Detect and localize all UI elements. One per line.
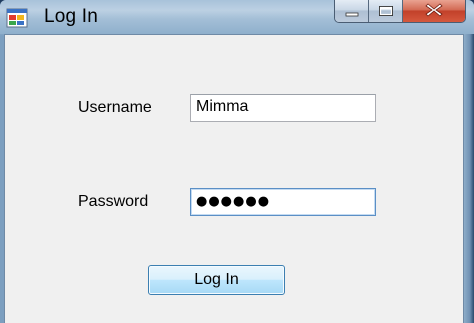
- login-window: Log In Username Mimma Password ●●●●●● Lo…: [0, 0, 474, 323]
- username-input[interactable]: Mimma: [190, 94, 376, 122]
- login-button[interactable]: Log In: [148, 265, 285, 295]
- close-button[interactable]: [403, 0, 465, 22]
- title-bar[interactable]: Log In: [0, 0, 474, 34]
- login-button-label: Log In: [194, 271, 239, 288]
- username-label: Username: [78, 99, 152, 116]
- password-label: Password: [78, 193, 149, 210]
- window-frame-right: [464, 34, 474, 323]
- maximize-button[interactable]: [369, 0, 403, 22]
- minimize-icon: [345, 2, 359, 21]
- windows-form-icon[interactable]: [6, 8, 28, 28]
- maximize-icon: [378, 2, 394, 21]
- window-title: Log In: [44, 6, 99, 27]
- close-icon: [425, 2, 443, 21]
- caption-buttons: [334, 0, 466, 23]
- password-input[interactable]: ●●●●●●: [190, 188, 376, 216]
- minimize-button[interactable]: [335, 0, 369, 22]
